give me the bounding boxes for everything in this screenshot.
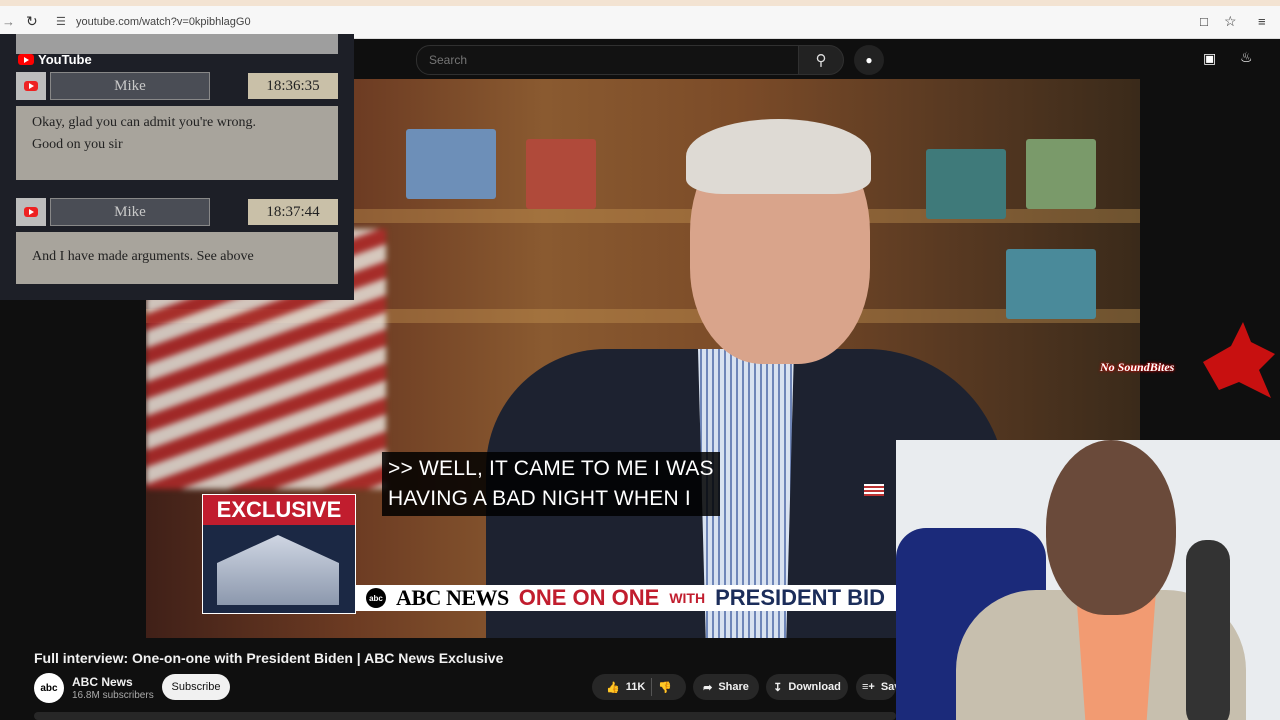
- channel-avatar[interactable]: abc: [34, 673, 64, 703]
- download-button[interactable]: ↧ Download: [766, 674, 848, 700]
- dragon-logo-icon: [1203, 322, 1275, 398]
- streamer-head: [1046, 440, 1176, 615]
- network-name: ABC NEWS: [396, 585, 509, 610]
- download-label: Download: [788, 681, 841, 693]
- create-icon[interactable]: ▣: [1203, 50, 1216, 67]
- white-house-icon: [217, 535, 339, 605]
- chat-message-line: Good on you sir: [32, 137, 123, 152]
- abc-logo-icon: abc: [366, 588, 386, 608]
- dislike-icon[interactable]: 👎: [658, 681, 672, 694]
- chat-message: And I have made arguments. See above: [16, 232, 338, 284]
- book: [926, 149, 1006, 219]
- search-input[interactable]: [417, 46, 801, 74]
- book: [1026, 139, 1096, 209]
- search-box[interactable]: [416, 45, 801, 75]
- banner-one-on-one: ONE ON ONE: [518, 585, 660, 610]
- address-bar[interactable]: youtube.com/watch?v=0kpibhlagG0: [76, 16, 251, 28]
- caption-line: >> WELL, IT CAME TO ME I WAS: [388, 457, 714, 480]
- share-button[interactable]: ➦ Share: [693, 674, 759, 700]
- search-icon[interactable]: ⚲: [798, 45, 844, 75]
- youtube-logo[interactable]: YouTube: [18, 52, 92, 67]
- exclusive-label: EXCLUSIVE: [203, 495, 355, 525]
- exclusive-graphic: EXCLUSIVE: [202, 494, 356, 614]
- chat-message-line: Okay, glad you can admit you're wrong.: [32, 115, 256, 130]
- site-info-icon[interactable]: ☰: [56, 15, 66, 28]
- webcam-feed: [896, 440, 1280, 720]
- banner-president: PRESIDENT BID: [715, 585, 886, 610]
- like-count[interactable]: 11K: [626, 681, 646, 693]
- youtube-play-icon: [18, 54, 34, 65]
- divider: [651, 678, 653, 696]
- save-button[interactable]: ≡+ Sav: [856, 674, 896, 700]
- chat-divider: [16, 34, 338, 54]
- youtube-badge-icon: [16, 72, 46, 100]
- subscribe-button[interactable]: Subscribe: [162, 674, 230, 700]
- chat-timestamp: 18:36:35: [248, 73, 338, 99]
- chat-author: Mike: [50, 72, 210, 100]
- banner-with: WITH: [669, 590, 706, 606]
- description-box[interactable]: [34, 712, 896, 720]
- youtube-logo-text: YouTube: [38, 52, 92, 67]
- youtube-badge-icon: [16, 198, 46, 226]
- chat-author: Mike: [50, 198, 210, 226]
- channel-name[interactable]: ABC News: [72, 675, 133, 689]
- interviewee-hair: [686, 119, 871, 194]
- back-icon[interactable]: →: [2, 14, 15, 29]
- chat-timestamp: 18:37:44: [248, 199, 338, 225]
- book: [406, 129, 496, 199]
- book: [526, 139, 596, 209]
- like-icon[interactable]: 👍: [606, 681, 620, 694]
- flag-pin-icon: [864, 484, 884, 496]
- closed-caption: >> WELL, IT CAME TO ME I WAS HAVING A BA…: [382, 452, 720, 516]
- microphone-icon: [1186, 540, 1230, 720]
- download-icon: ↧: [773, 681, 783, 694]
- watermark-text: No SoundBites: [1100, 360, 1175, 374]
- chat-message-line: And I have made arguments. See above: [32, 249, 254, 264]
- book: [1006, 249, 1096, 319]
- save-icon: ≡+: [862, 681, 875, 693]
- reading-list-icon[interactable]: ≡: [1258, 14, 1266, 29]
- save-label: Sav: [880, 681, 896, 693]
- chat-message: Okay, glad you can admit you're wrong. G…: [16, 106, 338, 180]
- like-dislike-group: 👍 11K 👎: [592, 674, 686, 700]
- subscriber-count: 16.8M subscribers: [72, 690, 154, 701]
- caption-line: HAVING A BAD NIGHT WHEN I: [388, 487, 691, 510]
- chat-message-header: Mike 18:37:44: [16, 198, 338, 226]
- chat-message-header: Mike 18:36:35: [16, 72, 338, 100]
- lower-third-banner: abc ABC NEWS ONE ON ONE WITH PRESIDENT B…: [356, 585, 898, 611]
- channel-watermark: No SoundBites: [1100, 322, 1275, 402]
- video-title: Full interview: One-on-one with Presiden…: [34, 650, 504, 666]
- bell-icon[interactable]: ♨: [1240, 49, 1253, 66]
- mic-icon[interactable]: ●: [854, 45, 884, 75]
- share-label: Share: [718, 681, 749, 693]
- share-icon: ➦: [703, 681, 713, 694]
- install-icon[interactable]: □: [1200, 14, 1208, 29]
- reload-icon[interactable]: ↻: [26, 13, 38, 30]
- star-icon[interactable]: ☆: [1224, 13, 1237, 30]
